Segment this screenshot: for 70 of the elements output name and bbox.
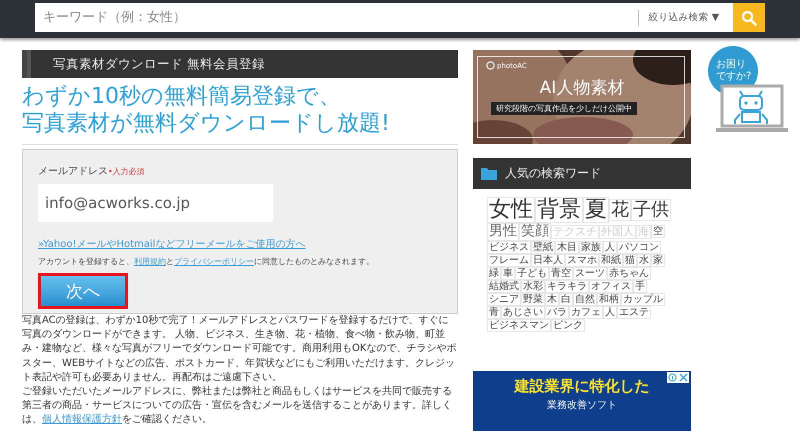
keyword-tag[interactable]: 男性 — [487, 223, 519, 241]
keyword-tag[interactable]: 赤ちゃん — [607, 266, 651, 280]
keyword-tag[interactable]: 夏 — [583, 197, 609, 224]
keyword-tag[interactable]: スーツ — [573, 266, 607, 280]
keyword-tag[interactable]: エステ — [617, 306, 651, 319]
keyword-tag[interactable]: フレーム — [487, 254, 531, 267]
keyword-tag[interactable]: 和紙 — [599, 254, 623, 267]
headline: わずか10秒の無料簡易登録で、 — [22, 83, 342, 110]
keyword-tag[interactable]: 木目 — [555, 240, 579, 254]
keyword-tag[interactable]: パソコン — [617, 240, 661, 254]
keyword-tag[interactable]: 人 — [603, 240, 617, 254]
keyword-tag[interactable]: カップル — [621, 292, 665, 306]
keyword-tag[interactable]: 自然 — [573, 292, 597, 306]
logo-icon — [486, 61, 495, 70]
keyword-tag[interactable]: 背景 — [535, 197, 583, 224]
keyword-tag[interactable]: 車 — [501, 266, 515, 280]
keyword-tag[interactable]: カフェ — [569, 306, 603, 319]
ad-headline: 建設業界に特化した — [514, 377, 650, 396]
search-icon — [741, 10, 757, 26]
search-field[interactable]: キーワード（例：女性） 絞り込み検索 ▼ — [35, 3, 765, 32]
folder-icon — [481, 167, 497, 180]
keyword-tag[interactable]: 壁紙 — [531, 240, 555, 254]
ad-banner[interactable]: 建設業界に特化した 業務改善ソフト — [473, 371, 691, 431]
filter-dropdown[interactable]: 絞り込み検索 ▼ — [648, 11, 719, 24]
keyword-tag[interactable]: 白 — [559, 292, 573, 306]
description-text: 写真ACの登録は、わずか10秒で完了！メールアドレスとパスワードを登録するだけで、すぐに写真のダウンロードができます。 人物、ビジネス、生き物、花・植物、食べ物・飲み物、町並み・建物など、様々な写真がフリーでダウンロード可能です。商用利用もOKなので、チラシやポスター、WEBサイトなどの広告、ポストカード、年賀状などにもご利用いただけます。クレジット表記や許可も必要ありません。再配布はご遠慮下さい。 — [22, 314, 458, 385]
keyword-tag[interactable]: スマホ — [565, 254, 599, 267]
keyword-tag[interactable]: 木 — [545, 292, 559, 306]
terms-text: アカウントを登録すると、利用規約 と プライバシーポリシーに同意したものとみなされます。 — [38, 256, 375, 267]
keyword-tag[interactable]: 花 — [609, 199, 631, 221]
ad-title: AI人物素材 — [538, 77, 626, 99]
search-button[interactable] — [733, 3, 765, 32]
keyword-tag[interactable]: 猫 — [623, 254, 637, 267]
email-field[interactable]: info@acworks.co.jp — [38, 184, 273, 222]
keyword-tag[interactable]: 緑 — [487, 266, 501, 280]
keyword-tag[interactable]: 結婚式 — [487, 280, 521, 293]
keyword-tag[interactable]: 家 — [651, 254, 665, 267]
keyword-tag[interactable]: ピンク — [551, 318, 585, 332]
ad-choices-icon[interactable] — [667, 372, 689, 383]
field-label: メールアドレス — [38, 165, 108, 178]
keyword-tag[interactable]: キラキラ — [545, 280, 589, 293]
keyword-tag[interactable]: オフィス — [589, 280, 633, 293]
keyword-tag[interactable]: 子ども — [515, 266, 549, 280]
keyword-tag[interactable]: 日本人 — [531, 254, 565, 267]
keyword-tag[interactable]: 子供 — [631, 199, 671, 221]
keyword-tag[interactable]: シニア — [487, 292, 521, 306]
description-text: ご登録いただいたメールアドレスに、弊社または弊社と商品もしくはサービスを共同で販売する第三者の商品・サービスについての広告・宣伝を含むメールを送信することがあります。詳しくは、個人情報保護方針をご確認ください。 — [22, 385, 453, 428]
ad-subtitle: 研究段階の写真作品を少しだけ公開中 — [491, 102, 637, 115]
keyword-tag[interactable]: 青空 — [549, 266, 573, 280]
keyword-tag[interactable]: 野菜 — [521, 292, 545, 306]
keyword-tag[interactable]: 手 — [633, 280, 647, 293]
keyword-tag[interactable]: 空 — [651, 225, 665, 238]
keyword-tag[interactable]: バラ — [545, 306, 569, 319]
keyword-tag[interactable]: 家族 — [579, 240, 603, 254]
keyword-tag[interactable]: あじさい — [501, 306, 545, 319]
robot-laptop-icon[interactable] — [716, 84, 788, 134]
keyword-tag[interactable]: 水 — [637, 254, 651, 267]
section-header: 写真素材ダウンロード 無料会員登録 — [22, 50, 458, 78]
keyword-tag[interactable]: 女性 — [487, 197, 535, 224]
ad-subtitle: 業務改善ソフト — [547, 398, 617, 412]
section-title: 人気の検索ワード — [505, 165, 601, 182]
keyword-tag[interactable]: 笑顔 — [519, 223, 551, 241]
keyword-tag[interactable]: 和柄 — [597, 292, 621, 306]
keyword-tag[interactable]: ビジネスマン — [487, 318, 551, 332]
keyword-tag[interactable]: ビジネス — [487, 240, 531, 254]
required-label: •入力必須 — [108, 166, 145, 177]
keyword-tag[interactable]: 青 — [487, 306, 501, 319]
keyword-tag[interactable]: 人 — [603, 306, 617, 319]
keyword-tag[interactable]: 水彩 — [521, 280, 545, 293]
headline: 写真素材が無料ダウンロードし放題! — [22, 110, 391, 137]
